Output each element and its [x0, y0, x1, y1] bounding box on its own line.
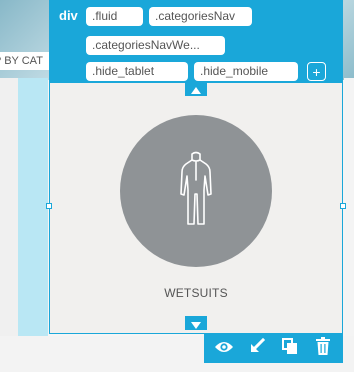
left-column — [0, 78, 18, 372]
class-chip-hide-mobile[interactable]: .hide_mobile — [194, 62, 298, 81]
visibility-button[interactable] — [211, 335, 237, 361]
category-image-circle[interactable] — [120, 115, 272, 267]
wetsuit-icon — [177, 150, 215, 232]
class-editor-panel: div .fluid .categoriesNav .categoriesNav… — [49, 0, 343, 83]
eye-icon — [214, 339, 234, 358]
arrow-down-icon — [191, 314, 201, 333]
right-column — [344, 78, 354, 372]
select-parent-button[interactable] — [244, 335, 270, 361]
trash-icon — [315, 337, 331, 359]
class-chip-categories-nav-we[interactable]: .categoriesNavWe... — [86, 36, 225, 55]
resize-handle-left[interactable] — [46, 203, 52, 209]
move-down-button[interactable] — [185, 316, 207, 330]
resize-handle-right[interactable] — [340, 203, 346, 209]
category-label[interactable]: WETSUITS — [50, 286, 342, 300]
class-chip-categories-nav[interactable]: .categoriesNav — [149, 7, 252, 26]
element-tag-name: div — [59, 8, 78, 23]
class-chip-hide-tablet[interactable]: .hide_tablet — [86, 62, 188, 81]
duplicate-button[interactable] — [277, 335, 303, 361]
select-parent-arrow-icon — [249, 337, 266, 358]
element-action-toolbar — [204, 333, 343, 363]
class-chip-fluid[interactable]: .fluid — [86, 7, 143, 26]
copy-icon — [281, 338, 298, 358]
move-up-button[interactable] — [185, 82, 207, 96]
partial-section-heading: P BY CAT — [0, 52, 50, 70]
page: P BY CAT WETSUITS d — [0, 0, 354, 372]
add-class-button[interactable]: + — [307, 62, 326, 81]
delete-button[interactable] — [310, 335, 336, 361]
selected-category-element[interactable]: WETSUITS — [46, 82, 346, 334]
